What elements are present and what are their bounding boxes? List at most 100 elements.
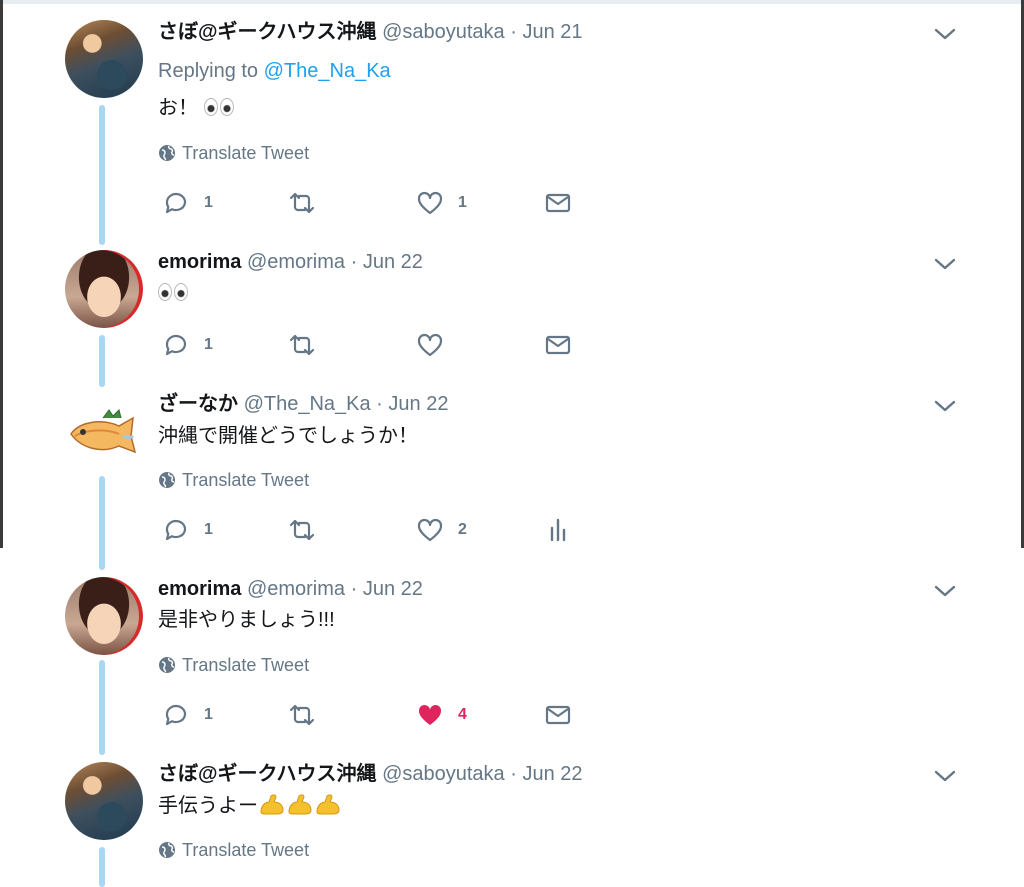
translate-label: Translate Tweet <box>182 470 310 490</box>
avatar[interactable] <box>65 762 143 840</box>
tweet-date[interactable]: Jun 22 <box>363 251 423 273</box>
like-count: 4 <box>458 706 467 723</box>
reply-button[interactable]: 1 <box>162 331 213 359</box>
reply-icon <box>165 519 187 541</box>
reply-icon <box>165 192 187 214</box>
retweet-icon <box>289 192 315 214</box>
reply-count: 1 <box>204 521 213 538</box>
tweet-text: 手伝うよー <box>158 792 342 819</box>
direct-message-button[interactable] <box>544 331 572 359</box>
like-button[interactable]: 4 <box>416 701 467 729</box>
globe-icon <box>159 657 175 673</box>
replying-to: Replying to @The_Na_Ka <box>158 59 391 83</box>
top-divider <box>0 0 1024 4</box>
tweet-header: emorima @emorima · Jun 22 <box>158 577 423 601</box>
tweet-date[interactable]: Jun 22 <box>363 578 423 600</box>
fish-avatar-icon <box>70 409 137 454</box>
tweet-date[interactable]: Jun 22 <box>522 763 582 785</box>
tweet-text: お！ <box>158 95 234 121</box>
reply-count: 1 <box>204 336 213 353</box>
tweet-text-content: お！ <box>158 97 198 119</box>
tweet-text: 沖縄で開催どうでしょうか！ <box>158 425 418 447</box>
translate-tweet-link[interactable]: Translate Tweet <box>158 469 309 491</box>
thread-line <box>99 105 105 245</box>
reply-icon <box>165 334 187 356</box>
retweet-icon <box>289 334 315 356</box>
handle[interactable]: @emorima <box>247 578 345 600</box>
left-window-edge <box>0 0 3 548</box>
flexed-biceps-icon <box>260 794 284 815</box>
reply-count: 1 <box>204 706 213 723</box>
envelope-icon <box>545 193 571 213</box>
thread-line <box>99 476 105 570</box>
avatar[interactable] <box>65 577 143 655</box>
retweet-button[interactable] <box>288 516 316 544</box>
display-name[interactable]: さぼ@ギークハウス沖縄 <box>158 763 377 785</box>
tweet-header: emorima @emorima · Jun 22 <box>158 250 423 274</box>
display-name[interactable]: emorima <box>158 578 241 600</box>
tweet-date[interactable]: Jun 21 <box>522 21 582 43</box>
envelope-icon <box>545 705 571 725</box>
separator-dot: · <box>350 578 358 600</box>
translate-label: Translate Tweet <box>182 655 310 675</box>
tweet-date[interactable]: Jun 22 <box>388 393 448 415</box>
reply-button[interactable]: 1 <box>162 701 213 729</box>
tweet-text: 是非やりましょう!!! <box>158 609 335 631</box>
heart-icon <box>417 191 443 215</box>
heart-icon <box>417 333 443 357</box>
globe-icon <box>159 145 175 161</box>
separator-dot: · <box>376 393 383 415</box>
thread-line <box>99 660 105 755</box>
analytics-button[interactable] <box>544 516 572 544</box>
tweet-header: ざーなか @The_Na_Ka · Jun 22 <box>158 392 448 416</box>
reply-mention-link[interactable]: @The_Na_Ka <box>264 60 391 82</box>
envelope-icon <box>545 335 571 355</box>
eyes-emoji-icon <box>158 282 188 300</box>
replying-prefix: Replying to <box>158 60 259 82</box>
display-name[interactable]: さぼ@ギークハウス沖縄 <box>158 21 377 43</box>
eyes-emoji-icon <box>204 97 234 115</box>
display-name[interactable]: ざーなか <box>158 393 238 415</box>
reply-button[interactable]: 1 <box>162 516 213 544</box>
handle[interactable]: @saboyutaka <box>382 21 505 43</box>
like-button[interactable] <box>416 331 444 359</box>
globe-icon <box>159 472 175 488</box>
flexed-biceps-icon <box>316 794 340 815</box>
retweet-button[interactable] <box>288 331 316 359</box>
analytics-icon <box>550 518 566 542</box>
translate-label: Translate Tweet <box>182 143 310 163</box>
retweet-icon <box>289 704 315 726</box>
translate-tweet-link[interactable]: Translate Tweet <box>158 839 309 861</box>
display-name[interactable]: emorima <box>158 251 241 273</box>
direct-message-button[interactable] <box>544 189 572 217</box>
handle[interactable]: @The_Na_Ka <box>244 393 371 415</box>
reply-count: 1 <box>204 194 213 211</box>
heart-filled-icon <box>418 704 442 725</box>
handle[interactable]: @emorima <box>247 251 345 273</box>
translate-label: Translate Tweet <box>182 840 310 860</box>
avatar[interactable] <box>65 20 143 98</box>
chevron-down-icon[interactable] <box>932 766 958 786</box>
tweet-text-content: 手伝うよー <box>158 795 258 817</box>
avatar[interactable] <box>65 396 143 474</box>
like-button[interactable]: 2 <box>416 516 467 544</box>
chevron-down-icon[interactable] <box>932 24 958 44</box>
like-count: 1 <box>458 194 467 211</box>
handle[interactable]: @saboyutaka <box>382 763 505 785</box>
retweet-button[interactable] <box>288 701 316 729</box>
chevron-down-icon[interactable] <box>932 254 958 274</box>
retweet-button[interactable] <box>288 189 316 217</box>
chevron-down-icon[interactable] <box>932 581 958 601</box>
chevron-down-icon[interactable] <box>932 396 958 416</box>
translate-tweet-link[interactable]: Translate Tweet <box>158 654 309 676</box>
tweet-header: さぼ@ギークハウス沖縄 @saboyutaka · Jun 22 <box>158 762 583 786</box>
reply-icon <box>165 704 187 726</box>
translate-tweet-link[interactable]: Translate Tweet <box>158 142 309 164</box>
tweet-text <box>158 280 188 306</box>
like-button[interactable]: 1 <box>416 189 467 217</box>
reply-button[interactable]: 1 <box>162 189 213 217</box>
direct-message-button[interactable] <box>544 701 572 729</box>
separator-dot: · <box>510 763 517 785</box>
separator-dot: · <box>350 251 358 273</box>
avatar[interactable] <box>65 250 143 328</box>
